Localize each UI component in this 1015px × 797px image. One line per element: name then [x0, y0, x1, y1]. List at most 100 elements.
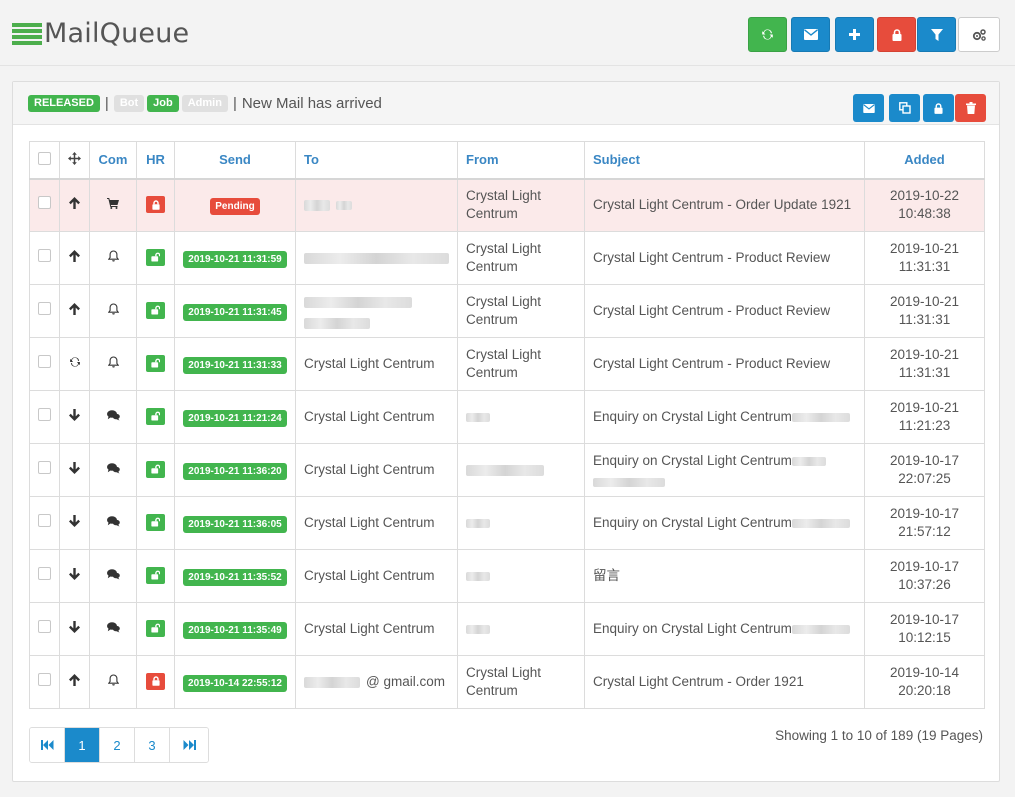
row-checkbox[interactable] [38, 355, 51, 368]
hr-cell[interactable] [136, 655, 175, 709]
hr-cell[interactable] [136, 602, 175, 656]
subject-cell[interactable]: Enquiry on Crystal Light Centrum [584, 443, 865, 497]
compose-mail-button[interactable] [791, 17, 830, 52]
subject-cell[interactable]: 留言 [584, 549, 865, 603]
row-checkbox[interactable] [38, 408, 51, 421]
hr-lock-badge[interactable] [146, 248, 165, 266]
subject-cell[interactable]: Crystal Light Centrum - Product Review [584, 231, 865, 285]
row-select-cell[interactable] [29, 496, 60, 550]
admin-tag[interactable]: Admin [181, 95, 228, 112]
table-row[interactable]: 2019-10-21 11:36:20 Crystal Light Centrum… [29, 443, 985, 497]
subject-cell[interactable]: Enquiry on Crystal Light Centrum [584, 602, 865, 656]
hr-lock-badge[interactable] [146, 672, 165, 690]
hr-cell[interactable] [136, 549, 175, 603]
arrow-up-icon [69, 674, 80, 686]
row-select-cell[interactable] [29, 602, 60, 656]
from-header[interactable]: From [457, 141, 585, 180]
panel-mail-button[interactable] [853, 94, 884, 122]
row-select-cell[interactable] [29, 390, 60, 444]
subject-cell[interactable]: Crystal Light Centrum - Order 1921 [584, 655, 865, 709]
direction-icon-wrap [69, 674, 80, 686]
subject-cell[interactable]: Crystal Light Centrum - Product Review [584, 284, 865, 338]
hr-lock-badge[interactable] [146, 513, 165, 531]
from-line-2: Centrum [466, 312, 518, 327]
hr-cell[interactable] [136, 496, 175, 550]
comments-icon [106, 410, 120, 421]
row-select-cell[interactable] [29, 443, 60, 497]
page-3-button[interactable]: 3 [135, 728, 170, 762]
row-select-cell[interactable] [29, 655, 60, 709]
subject-cell[interactable]: Enquiry on Crystal Light Centrum [584, 390, 865, 444]
direction-icon-wrap [69, 621, 80, 633]
added-header[interactable]: Added [864, 141, 985, 180]
row-select-cell[interactable] [29, 337, 60, 391]
last-page-button[interactable] [170, 728, 208, 762]
hr-lock-badge[interactable] [146, 460, 165, 478]
table-row[interactable]: 2019-10-21 11:35:52 Crystal Light Centrum… [29, 549, 985, 603]
subject-cell[interactable]: Crystal Light Centrum - Order Update 192… [584, 178, 865, 232]
row-checkbox[interactable] [38, 302, 51, 315]
hr-lock-badge[interactable] [146, 301, 165, 319]
arrow-up-icon [69, 197, 80, 210]
hr-cell[interactable] [136, 390, 175, 444]
row-checkbox[interactable] [38, 673, 51, 686]
refresh-button[interactable] [748, 17, 787, 52]
table-row[interactable]: Pending Crystal Light Centrum Crystal Light… [29, 178, 985, 232]
bell-icon [107, 674, 119, 686]
lock-button[interactable] [877, 17, 916, 52]
send-status-badge: 2019-10-21 11:21:24 [183, 409, 287, 427]
send-status-badge: 2019-10-21 11:35:49 [183, 621, 287, 639]
row-checkbox[interactable] [38, 249, 51, 262]
hr-cell[interactable] [136, 231, 175, 285]
hr-cell[interactable] [136, 443, 175, 497]
direction-cell [59, 496, 90, 550]
row-select-cell[interactable] [29, 231, 60, 285]
page-1-button[interactable]: 1 [65, 728, 100, 762]
hr-lock-badge[interactable] [146, 619, 165, 637]
page-2-button[interactable]: 2 [100, 728, 135, 762]
subject-header[interactable]: Subject [584, 141, 865, 180]
panel-delete-button[interactable] [955, 94, 986, 122]
unlock-icon [151, 517, 160, 527]
subject-cell[interactable]: Enquiry on Crystal Light Centrum [584, 496, 865, 550]
released-tag[interactable]: RELEASED [28, 95, 100, 112]
hr-lock-badge[interactable] [146, 407, 165, 425]
row-select-cell[interactable] [29, 284, 60, 338]
add-button[interactable] [835, 17, 874, 52]
table-row[interactable]: 2019-10-21 11:31:59 Crystal Light Centrum C… [29, 231, 985, 285]
panel-copy-button[interactable] [889, 94, 920, 122]
row-checkbox[interactable] [38, 461, 51, 474]
to-header[interactable]: To [295, 141, 458, 180]
table-row[interactable]: 2019-10-21 11:31:33 Crystal Light Centrum… [29, 337, 985, 391]
to-value: Crystal Light Centrum [304, 409, 435, 424]
hr-cell[interactable] [136, 337, 175, 391]
row-select-cell[interactable] [29, 178, 60, 232]
subject-cell[interactable]: Crystal Light Centrum - Product Review [584, 337, 865, 391]
row-checkbox[interactable] [38, 567, 51, 580]
hr-lock-badge[interactable] [146, 196, 165, 213]
hr-cell[interactable] [136, 178, 175, 232]
table-row[interactable]: 2019-10-21 11:21:24 Crystal Light Centrum… [29, 390, 985, 444]
filter-button[interactable] [917, 17, 956, 52]
panel-lock-button[interactable] [923, 94, 954, 122]
send-header[interactable]: Send [174, 141, 296, 180]
hr-cell[interactable] [136, 284, 175, 338]
bot-tag[interactable]: Bot [113, 95, 145, 112]
row-select-cell[interactable] [29, 549, 60, 603]
hr-header[interactable]: HR [136, 141, 175, 180]
select-all-checkbox[interactable] [38, 151, 51, 165]
row-checkbox[interactable] [38, 514, 51, 527]
first-page-button[interactable] [30, 728, 65, 762]
table-row[interactable]: 2019-10-21 11:36:05 Crystal Light Centrum… [29, 496, 985, 550]
hr-lock-badge[interactable] [146, 354, 165, 372]
table-row[interactable]: 2019-10-14 22:55:12 @ gmail.com Crystal Li… [29, 655, 985, 709]
table-row[interactable]: 2019-10-21 11:35:49 Crystal Light Centrum… [29, 602, 985, 656]
row-checkbox[interactable] [38, 196, 51, 210]
hr-lock-badge[interactable] [146, 566, 165, 584]
job-tag[interactable]: Job [147, 95, 179, 112]
row-checkbox[interactable] [38, 620, 51, 633]
table-row[interactable]: 2019-10-21 11:31:45 Crystal Light Centrum C… [29, 284, 985, 338]
settings-button[interactable] [958, 17, 1000, 52]
select-all-header[interactable] [29, 141, 60, 180]
com-header[interactable]: Com [89, 141, 137, 180]
